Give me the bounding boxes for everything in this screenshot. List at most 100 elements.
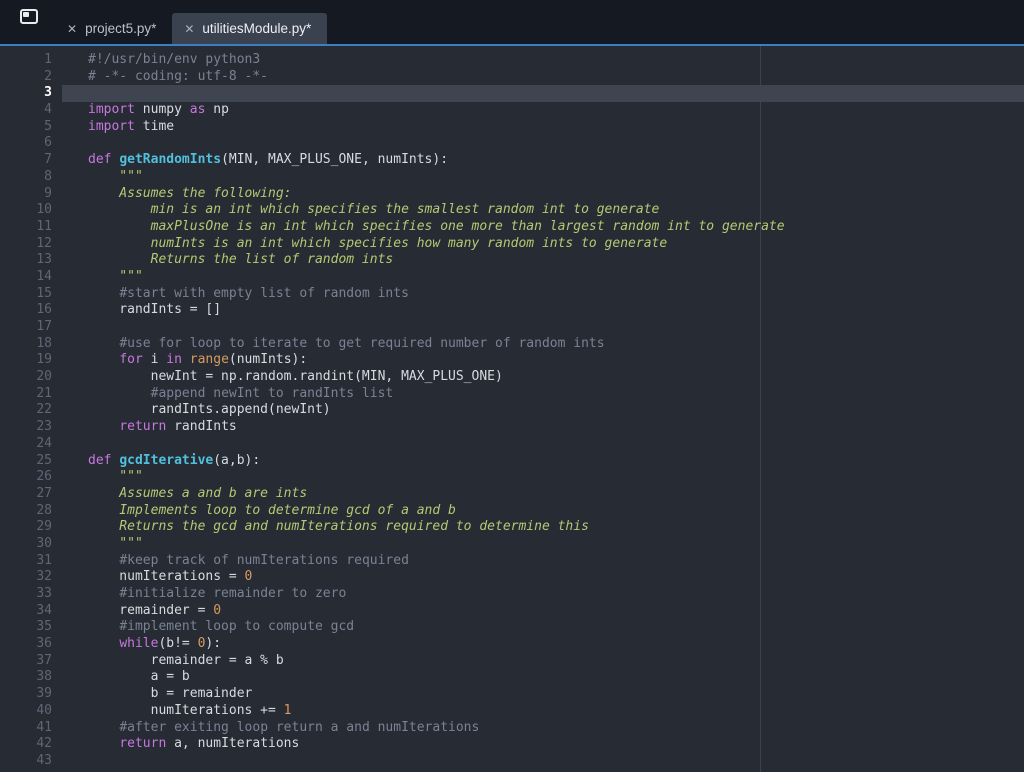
line-number: 39 bbox=[36, 686, 52, 702]
code-line[interactable]: 18 #use for loop to iterate to get requi… bbox=[0, 336, 1024, 353]
line-number: 3 bbox=[44, 85, 52, 101]
line-number: 11 bbox=[36, 218, 52, 234]
code-line[interactable]: 10 min is an int which specifies the sma… bbox=[0, 202, 1024, 219]
code-line[interactable]: 40 numIterations += 1 bbox=[0, 703, 1024, 720]
line-number: 9 bbox=[44, 185, 52, 201]
code-text: """ bbox=[88, 535, 143, 551]
code-line[interactable]: 35 #implement loop to compute gcd bbox=[0, 619, 1024, 636]
line-number: 25 bbox=[36, 452, 52, 468]
code-text: randInts = [] bbox=[88, 302, 222, 318]
code-line[interactable]: 3 bbox=[0, 85, 1024, 103]
code-line[interactable]: 28 Implements loop to determine gcd of a… bbox=[0, 503, 1024, 520]
code-text: #initialize remainder to zero bbox=[119, 586, 347, 601]
code-line[interactable]: 19 for i in range(numInts): bbox=[0, 352, 1024, 369]
code-line[interactable]: 26 """ bbox=[0, 469, 1024, 486]
code-line[interactable]: 37 remainder = a % b bbox=[0, 653, 1024, 670]
code-text: #keep track of numIterations required bbox=[119, 552, 409, 568]
code-text: Returns the list of random ints bbox=[88, 252, 394, 268]
window-icon[interactable] bbox=[20, 9, 38, 24]
line-number: 17 bbox=[36, 319, 52, 334]
close-icon[interactable]: ✕ bbox=[67, 23, 77, 35]
code-line[interactable]: 17 bbox=[0, 319, 1024, 336]
code-text: min is an int which specifies the smalle… bbox=[88, 202, 660, 218]
code-line[interactable]: 8 """ bbox=[0, 169, 1024, 186]
code-line[interactable]: 43 bbox=[0, 753, 1024, 770]
code-line[interactable]: 23 return randInts bbox=[0, 419, 1024, 436]
tab-project5[interactable]: ✕ project5.py* bbox=[55, 13, 172, 44]
code-line[interactable]: 36 while(b!= 0): bbox=[0, 636, 1024, 653]
line-number: 22 bbox=[36, 402, 52, 418]
code-line[interactable]: 22 randInts.append(newInt) bbox=[0, 402, 1024, 419]
tab-label: project5.py* bbox=[85, 21, 157, 36]
code-text: numInts is an int which specifies how ma… bbox=[88, 235, 668, 251]
code-text: numIterations = 0 bbox=[88, 569, 253, 585]
code-text: newInt = np.random.randint(MIN, MAX_PLUS… bbox=[88, 369, 503, 385]
code-line[interactable]: 27 Assumes a and b are ints bbox=[0, 486, 1024, 503]
code-line[interactable]: 9 Assumes the following: bbox=[0, 186, 1024, 203]
line-number: 35 bbox=[36, 619, 52, 635]
code-line[interactable]: 7 def getRandomInts(MIN, MAX_PLUS_ONE, nu… bbox=[0, 152, 1024, 169]
code-text: def getRandomInts(MIN, MAX_PLUS_ONE, num… bbox=[88, 152, 449, 168]
code-text: import time bbox=[88, 118, 175, 134]
code-line[interactable]: 4 import numpy as np bbox=[0, 102, 1024, 119]
editor[interactable]: 1 #!/usr/bin/env python3 2 # -*- coding: ut… bbox=[0, 46, 1024, 772]
code-line[interactable]: 29 Returns the gcd and numIterations req… bbox=[0, 519, 1024, 536]
code-text bbox=[62, 85, 1024, 103]
line-number: 28 bbox=[36, 502, 52, 518]
code-line[interactable]: 14 """ bbox=[0, 269, 1024, 286]
line-number: 30 bbox=[36, 535, 52, 551]
line-number: 31 bbox=[36, 552, 52, 568]
code-line[interactable]: 11 maxPlusOne is an int which specifies … bbox=[0, 219, 1024, 236]
code-line[interactable]: 39 b = remainder bbox=[0, 686, 1024, 703]
line-number: 41 bbox=[36, 719, 52, 735]
tab-bar: ✕ project5.py* ✕ utilitiesModule.py* bbox=[0, 0, 1024, 46]
line-number: 29 bbox=[36, 519, 52, 535]
code-text: import numpy as np bbox=[88, 102, 229, 118]
line-number: 20 bbox=[36, 369, 52, 385]
code-line[interactable]: 31 #keep track of numIterations required bbox=[0, 553, 1024, 570]
code-text: #implement loop to compute gcd bbox=[119, 619, 355, 635]
line-number: 38 bbox=[36, 669, 52, 685]
code-text: def gcdIterative(a,b): bbox=[88, 452, 261, 468]
code-text: randInts.append(newInt) bbox=[88, 402, 331, 418]
code-text: #!/usr/bin/env python3 bbox=[88, 52, 261, 67]
close-icon[interactable]: ✕ bbox=[184, 23, 194, 35]
code-line[interactable]: 25 def gcdIterative(a,b): bbox=[0, 453, 1024, 470]
code-text: """ bbox=[88, 168, 143, 184]
code-text: remainder = a % b bbox=[88, 652, 284, 668]
line-number: 32 bbox=[36, 569, 52, 585]
code-line[interactable]: 2 # -*- coding: utf-8 -*- bbox=[0, 69, 1024, 86]
line-number: 16 bbox=[36, 302, 52, 318]
code-line[interactable]: 12 numInts is an int which specifies how… bbox=[0, 236, 1024, 253]
code-line[interactable]: 16 randInts = [] bbox=[0, 302, 1024, 319]
code-line[interactable]: 32 numIterations = 0 bbox=[0, 569, 1024, 586]
code-line[interactable]: 20 newInt = np.random.randint(MIN, MAX_P… bbox=[0, 369, 1024, 386]
line-number: 5 bbox=[44, 118, 52, 134]
code-line[interactable]: 13 Returns the list of random ints bbox=[0, 252, 1024, 269]
code-text: #start with empty list of random ints bbox=[119, 285, 409, 301]
code-line[interactable]: 38 a = b bbox=[0, 669, 1024, 686]
code-line[interactable]: 5 import time bbox=[0, 119, 1024, 136]
code-text: return a, numIterations bbox=[119, 736, 300, 752]
code-line[interactable]: 30 """ bbox=[0, 536, 1024, 553]
line-number: 8 bbox=[44, 168, 52, 184]
tab-utilitiesmodule[interactable]: ✕ utilitiesModule.py* bbox=[172, 13, 328, 44]
code-text: Assumes a and b are ints bbox=[88, 485, 308, 501]
line-number: 21 bbox=[36, 385, 52, 401]
line-number: 2 bbox=[44, 68, 52, 84]
code-line[interactable]: 34 remainder = 0 bbox=[0, 603, 1024, 620]
code-line[interactable]: 15 #start with empty list of random ints bbox=[0, 286, 1024, 303]
line-number: 6 bbox=[44, 135, 52, 151]
line-number: 37 bbox=[36, 652, 52, 668]
code-line[interactable]: 6 bbox=[0, 135, 1024, 152]
code-line[interactable]: 33 #initialize remainder to zero bbox=[0, 586, 1024, 603]
code-line[interactable]: 1 #!/usr/bin/env python3 bbox=[0, 52, 1024, 69]
line-number: 1 bbox=[44, 52, 52, 67]
code-line[interactable]: 41 #after exiting loop return a and numI… bbox=[0, 720, 1024, 737]
code-line[interactable]: 21 #append newInt to randInts list bbox=[0, 386, 1024, 403]
code-line[interactable]: 42 return a, numIterations bbox=[0, 736, 1024, 753]
code-line[interactable]: 24 bbox=[0, 436, 1024, 453]
